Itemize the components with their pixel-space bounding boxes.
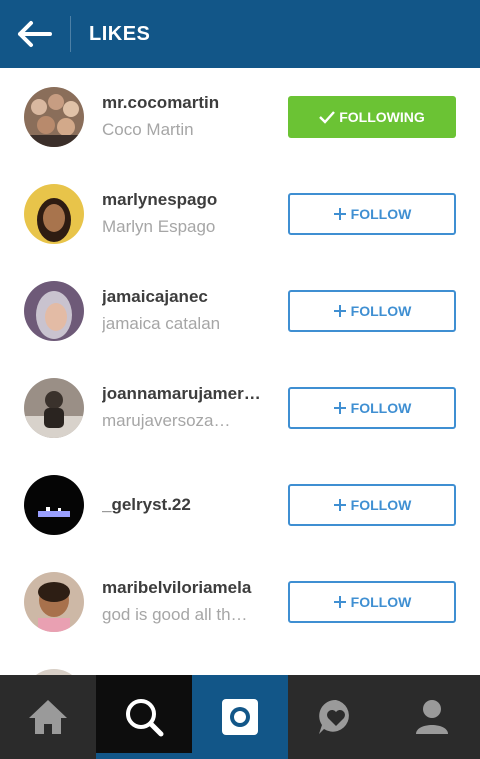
back-arrow-icon bbox=[18, 21, 52, 47]
list-item[interactable]: marlynespago Marlyn Espago FOLLOW bbox=[0, 165, 480, 262]
user-names: maribelviloriamela god is good all th… bbox=[102, 578, 272, 625]
activity-heart-icon bbox=[319, 699, 349, 734]
avatar[interactable] bbox=[24, 86, 84, 147]
follow-button[interactable]: FOLLOW bbox=[288, 386, 456, 429]
top-bar: LIKES bbox=[0, 0, 480, 68]
full-name: god is good all th… bbox=[102, 605, 248, 624]
user-names: marlynespago Marlyn Espago bbox=[102, 190, 272, 237]
plus-icon bbox=[333, 207, 347, 221]
follow-button[interactable]: FOLLOW bbox=[288, 580, 456, 623]
tab-camera[interactable] bbox=[192, 675, 288, 759]
app: LIKES mr.cocomartin Coco Martin FOLLOWIN… bbox=[0, 0, 480, 759]
check-icon bbox=[319, 110, 336, 124]
full-name: Coco Martin bbox=[102, 120, 194, 139]
list-item[interactable]: jamaicajanec jamaica catalan FOLLOW bbox=[0, 262, 480, 359]
full-name: jamaica catalan bbox=[102, 314, 221, 333]
follow-label: FOLLOW bbox=[350, 593, 412, 610]
user-names: joannamarujamer… marujaversoza… bbox=[102, 384, 272, 431]
follow-button[interactable]: FOLLOW bbox=[288, 192, 456, 235]
bottom-nav bbox=[0, 675, 480, 759]
page-title: LIKES bbox=[89, 22, 151, 45]
follow-label: FOLLOW bbox=[350, 205, 412, 222]
following-button[interactable]: FOLLOWING bbox=[288, 95, 456, 138]
plus-icon bbox=[333, 401, 347, 415]
likes-list[interactable]: mr.cocomartin Coco Martin FOLLOWING marl… bbox=[0, 68, 480, 675]
plus-icon bbox=[333, 304, 347, 318]
tab-home[interactable] bbox=[0, 675, 96, 759]
username[interactable]: maribelviloriamela bbox=[102, 578, 272, 598]
plus-icon bbox=[333, 498, 347, 512]
camera-icon bbox=[222, 699, 258, 735]
profile-icon bbox=[416, 700, 448, 734]
avatar[interactable] bbox=[24, 377, 84, 438]
search-icon bbox=[126, 699, 164, 737]
username[interactable]: _gelryst.22 bbox=[102, 495, 272, 515]
tab-search[interactable] bbox=[96, 675, 192, 759]
username[interactable]: jamaicajanec bbox=[102, 287, 272, 307]
avatar[interactable] bbox=[24, 474, 84, 535]
username[interactable]: mr.cocomartin bbox=[102, 93, 272, 113]
user-names: mr.cocomartin Coco Martin bbox=[102, 93, 272, 140]
username[interactable]: joannamarujamer… bbox=[102, 384, 272, 404]
back-button[interactable] bbox=[0, 0, 70, 68]
follow-label: FOLLOW bbox=[350, 496, 412, 513]
plus-icon bbox=[333, 595, 347, 609]
list-item[interactable]: joannamarujamer… marujaversoza… FOLLOW bbox=[0, 359, 480, 456]
follow-button[interactable]: FOLLOW bbox=[288, 483, 456, 526]
list-item[interactable]: maribelviloriamela god is good all th… F… bbox=[0, 553, 480, 650]
list-item[interactable]: _gelryst.22 FOLLOW bbox=[0, 456, 480, 553]
tab-activity[interactable] bbox=[288, 675, 384, 759]
avatar[interactable] bbox=[24, 183, 84, 244]
username[interactable]: marlynespago bbox=[102, 190, 272, 210]
following-label: FOLLOWING bbox=[339, 108, 425, 125]
avatar[interactable] bbox=[24, 280, 84, 341]
follow-label: FOLLOW bbox=[350, 302, 412, 319]
list-item[interactable]: mr.cocomartin Coco Martin FOLLOWING bbox=[0, 68, 480, 165]
full-name: marujaversoza… bbox=[102, 411, 231, 430]
follow-button[interactable]: FOLLOW bbox=[288, 289, 456, 332]
full-name: Marlyn Espago bbox=[102, 217, 216, 236]
follow-label: FOLLOW bbox=[350, 399, 412, 416]
home-icon bbox=[29, 700, 67, 734]
tab-profile[interactable] bbox=[384, 675, 480, 759]
header-divider bbox=[70, 16, 71, 52]
user-names: jamaicajanec jamaica catalan bbox=[102, 287, 272, 334]
avatar[interactable] bbox=[24, 571, 84, 632]
user-names: _gelryst.22 bbox=[102, 495, 272, 515]
list-item[interactable] bbox=[0, 650, 480, 675]
